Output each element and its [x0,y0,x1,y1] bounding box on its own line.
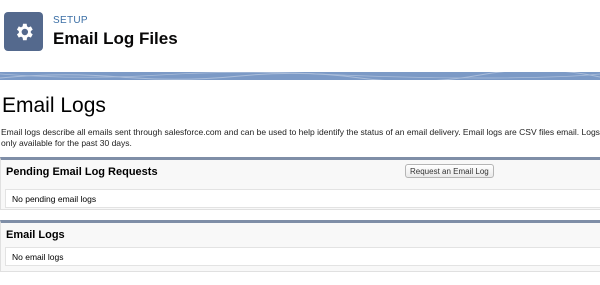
page-title: Email Log Files [53,29,178,48]
setup-gear-tile [4,12,43,51]
pending-requests-section: Pending Email Log Requests No pending em… [0,157,600,210]
pending-empty-row: No pending email logs [5,189,600,208]
description-text: Email logs describe all emails sent thro… [1,127,600,148]
pending-empty-text: No pending email logs [12,194,97,204]
pending-section-title: Pending Email Log Requests [6,166,158,178]
main-title: Email Logs [2,94,106,117]
logs-empty-text: No email logs [12,252,64,262]
email-logs-section: Email Logs No email logs [0,220,600,272]
logs-empty-row: No email logs [5,247,600,266]
logs-section-title: Email Logs [6,229,65,241]
gear-icon [16,23,33,40]
breadcrumb[interactable]: SETUP [53,15,88,26]
page-header: SETUP Email Log Files [0,0,600,73]
request-email-log-button[interactable]: Request an Email Log [405,164,494,178]
band-texture [0,72,600,80]
